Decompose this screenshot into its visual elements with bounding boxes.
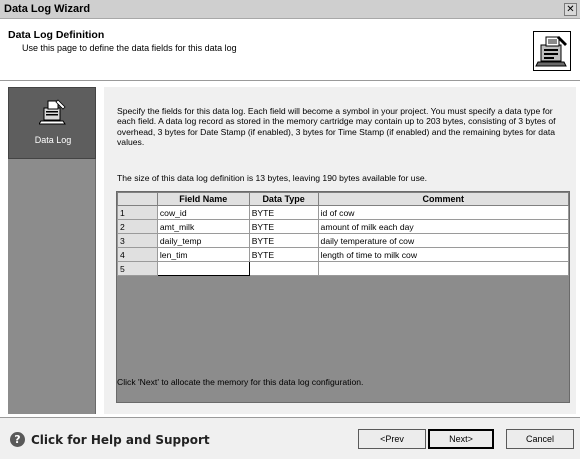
column-header-data-type[interactable]: Data Type (248, 192, 319, 206)
fields-table: Field Name Data Type Comment 1 cow_id BY… (117, 192, 570, 276)
footnote-text: Click 'Next' to allocate the memory for … (117, 377, 364, 387)
page-header: Data Log Definition Use this page to def… (0, 20, 580, 81)
column-header-field-name[interactable]: Field Name (156, 192, 250, 206)
size-info-text: The size of this data log definition is … (117, 173, 428, 183)
cancel-button[interactable]: Cancel (506, 429, 574, 449)
comment-cell[interactable]: daily temperature of cow (317, 233, 570, 248)
table-row[interactable]: 4 len_tim BYTE length of time to milk co… (117, 247, 570, 262)
field-name-cell[interactable] (156, 261, 250, 276)
data-log-icon (38, 98, 67, 126)
main-content: Specify the fields for this data log. Ea… (104, 87, 576, 414)
sidebar-item-label: Data Log (34, 135, 72, 145)
page-subtitle: Use this page to define the data fields … (22, 43, 237, 53)
comment-cell[interactable]: length of time to milk cow (317, 247, 570, 262)
table-header-row: Field Name Data Type Comment (117, 192, 570, 206)
table-row[interactable]: 5 (117, 261, 570, 276)
data-type-cell[interactable] (248, 261, 319, 276)
data-type-cell[interactable]: BYTE (248, 205, 319, 220)
window-title: Data Log Wizard (4, 3, 91, 15)
prev-button[interactable]: <Prev (358, 429, 426, 449)
field-grid: Field Name Data Type Comment 1 cow_id BY… (116, 191, 570, 403)
data-log-icon (533, 31, 571, 71)
page-title: Data Log Definition (8, 29, 105, 41)
row-number[interactable]: 3 (117, 233, 158, 248)
title-bar: Data Log Wizard ✕ (0, 0, 580, 19)
sidebar-item-data-log[interactable]: Data Log (8, 87, 96, 159)
row-number[interactable]: 5 (117, 261, 158, 276)
table-row[interactable]: 3 daily_temp BYTE daily temperature of c… (117, 233, 570, 248)
column-header-comment[interactable]: Comment (317, 192, 570, 206)
comment-cell[interactable] (317, 261, 570, 276)
close-icon[interactable]: ✕ (564, 3, 577, 16)
table-row[interactable]: 2 amt_milk BYTE amount of milk each day (117, 219, 570, 234)
next-button[interactable]: Next> (428, 429, 494, 449)
help-icon: ? (10, 432, 25, 447)
table-row[interactable]: 1 cow_id BYTE id of cow (117, 205, 570, 220)
data-type-cell[interactable]: BYTE (248, 219, 319, 234)
field-name-cell[interactable]: daily_temp (156, 233, 250, 248)
data-type-cell[interactable]: BYTE (248, 247, 319, 262)
field-name-cell[interactable]: cow_id (156, 205, 250, 220)
sidebar: Data Log (8, 87, 96, 414)
description-text: Specify the fields for this data log. Ea… (117, 106, 556, 148)
footer-bar: ? Click for Help and Support <Prev Next> … (0, 417, 580, 459)
field-name-cell[interactable]: amt_milk (156, 219, 250, 234)
row-number-header (117, 192, 158, 206)
row-number[interactable]: 1 (117, 205, 158, 220)
comment-cell[interactable]: id of cow (317, 205, 570, 220)
field-name-cell[interactable]: len_tim (156, 247, 250, 262)
data-type-cell[interactable]: BYTE (248, 233, 319, 248)
help-link[interactable]: ? Click for Help and Support (10, 432, 210, 448)
row-number[interactable]: 4 (117, 247, 158, 262)
row-number[interactable]: 2 (117, 219, 158, 234)
comment-cell[interactable]: amount of milk each day (317, 219, 570, 234)
help-label: Click for Help and Support (31, 433, 210, 447)
